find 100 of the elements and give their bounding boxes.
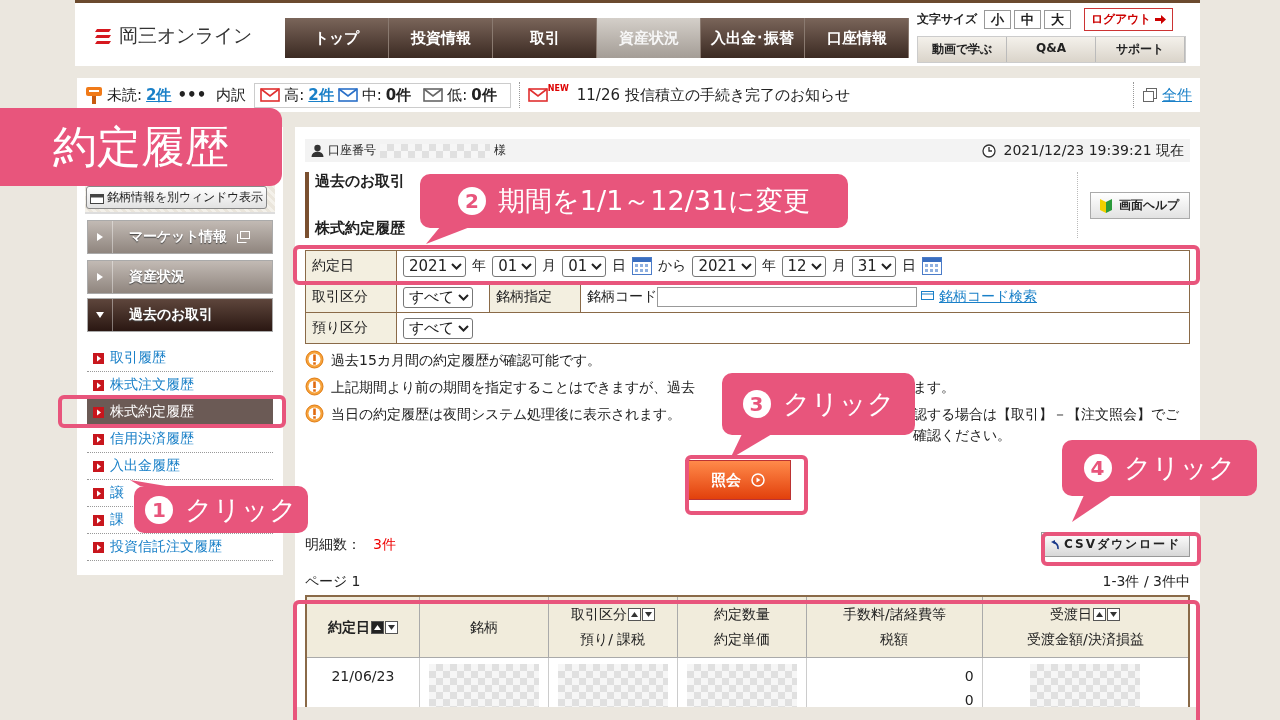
triangle-right-icon (96, 273, 104, 281)
column-header: 約定日 (327, 617, 370, 637)
account-label: 口座番号 (328, 142, 376, 159)
arrow-square-icon (93, 379, 104, 391)
unread-label: 未読: (107, 85, 143, 105)
menu-link[interactable]: 株式約定履歴 (87, 399, 273, 425)
column-header: 銘柄 (469, 617, 498, 637)
menu-link[interactable]: 取引履歴 (87, 348, 170, 368)
field-label: 預り区分 (305, 312, 397, 344)
nav-tab[interactable]: 取引 (493, 18, 597, 58)
calendar-icon (921, 257, 942, 275)
caret-icon (880, 262, 892, 270)
font-size-label: 文字サイズ (917, 11, 977, 28)
dropdown[interactable]: 2021 (403, 255, 467, 277)
dropdown[interactable]: すべて (403, 317, 473, 339)
envelope-icon (260, 88, 281, 102)
unit-label: 月 (542, 257, 557, 275)
priority-count-link[interactable]: 2件 (308, 85, 334, 105)
arrow-icon (1155, 15, 1166, 24)
play-circle-icon (750, 473, 765, 487)
nav-tab[interactable]: 投資情報 (389, 18, 493, 58)
step-number: 2 (457, 187, 486, 215)
note-text: 上記期間より前の期間を指定することはできますが、過去 (331, 378, 696, 397)
nav-tab[interactable]: 口座情報 (805, 18, 909, 58)
curved-arrow-icon (1050, 539, 1061, 550)
caret-icon (740, 262, 752, 270)
table-cell: 0 (964, 692, 974, 707)
step-number: 4 (1083, 454, 1112, 482)
nav-tab[interactable]: 入出金･振替 (701, 18, 805, 58)
logout-button[interactable]: ログアウト (1084, 8, 1173, 31)
priority-count: 0件 (471, 85, 497, 105)
triangle-right-icon (96, 233, 104, 241)
column-header: 税額 (880, 630, 909, 649)
caret-icon (451, 262, 463, 270)
search-window-icon (921, 291, 935, 303)
font-size-button[interactable]: 小 (984, 10, 1011, 29)
help-button[interactable]: 画面ヘルプ (1090, 192, 1190, 219)
column-header: 手数料/諸経費等 (842, 605, 946, 624)
sort-down-icon (384, 620, 398, 634)
caret-icon (458, 324, 469, 332)
menu-link[interactable]: 譲 (87, 483, 128, 503)
sort-up-icon (370, 620, 384, 634)
unit-label: 年 (761, 257, 776, 275)
code-input[interactable] (657, 287, 917, 307)
dropdown[interactable]: 31 (851, 255, 896, 277)
note-text: 当日の約定履歴は夜間システム処理後に表示されます。 (331, 405, 682, 424)
menu-link[interactable]: 信用決済履歴 (87, 429, 198, 449)
unit-label: から (658, 257, 687, 275)
arrow-square-icon (93, 433, 104, 445)
ellipsis-text: ••• (177, 86, 207, 104)
warning-icon (305, 350, 324, 369)
table-cell: 0 (964, 668, 974, 684)
logo-icon (95, 26, 113, 46)
count-value: 3件 (373, 535, 396, 552)
menu-link[interactable]: 入出金履歴 (87, 456, 184, 476)
header-link[interactable]: サポート (1096, 37, 1185, 62)
menu-link[interactable]: 投資信託注文履歴 (87, 537, 226, 557)
unit-label: 月 (831, 257, 846, 275)
dropdown[interactable]: 12 (781, 255, 826, 277)
breakdown-label: 内訳 (216, 85, 247, 105)
menu-link[interactable]: 株式注文履歴 (87, 375, 198, 395)
dropdown[interactable]: 01 (562, 255, 607, 277)
header-link[interactable]: Q&A (1007, 37, 1096, 62)
menu-section[interactable]: 過去のお取引 (87, 298, 273, 332)
page-title: 株式約定履歴 (315, 219, 406, 238)
menu-link[interactable]: 課 (87, 510, 128, 530)
header-link[interactable]: 動画で学ぶ (918, 37, 1007, 62)
column-header: 取引区分 (570, 605, 627, 624)
callout-text: クリック (185, 492, 297, 527)
envelope-icon (337, 88, 358, 102)
font-size-button[interactable]: 中 (1014, 10, 1041, 29)
arrow-square-icon (93, 541, 104, 553)
dropdown[interactable]: すべて (403, 286, 473, 308)
warning-icon (305, 404, 324, 423)
envelope-icon (527, 88, 548, 102)
dropdown[interactable]: 01 (492, 255, 537, 277)
person-icon (311, 144, 324, 157)
new-window-icon (237, 231, 250, 243)
sort-down-icon (1107, 608, 1121, 621)
all-messages-link[interactable]: 全件 (1162, 85, 1192, 105)
caret-icon (591, 262, 603, 270)
unit-label: 日 (612, 257, 627, 275)
beginner-mark-icon (1099, 197, 1113, 214)
priority-label: 中: (361, 85, 382, 105)
font-size-button[interactable]: 大 (1044, 10, 1071, 29)
mailbox-icon (85, 85, 103, 105)
category-title: 過去のお取引 (315, 172, 406, 191)
window-button[interactable]: 銘柄情報を別ウィンドウ表示 (86, 186, 267, 209)
unread-link[interactable]: 2件 (146, 85, 172, 105)
code-search-link[interactable]: 銘柄コード検索 (939, 288, 1037, 306)
priority-label: 低: (447, 85, 468, 105)
step-number: 1 (145, 495, 173, 524)
field-label: 銘柄コード (587, 288, 657, 306)
column-header: 預り/ 課税 (580, 630, 646, 649)
caret-icon (458, 293, 469, 301)
envelope-icon (423, 88, 444, 102)
notice-text: 11/26 投信積立の手続き完了のお知らせ (576, 85, 850, 105)
dropdown[interactable]: 2021 (692, 255, 756, 277)
caret-icon (810, 262, 822, 270)
nav-tab[interactable]: トップ (285, 18, 389, 58)
